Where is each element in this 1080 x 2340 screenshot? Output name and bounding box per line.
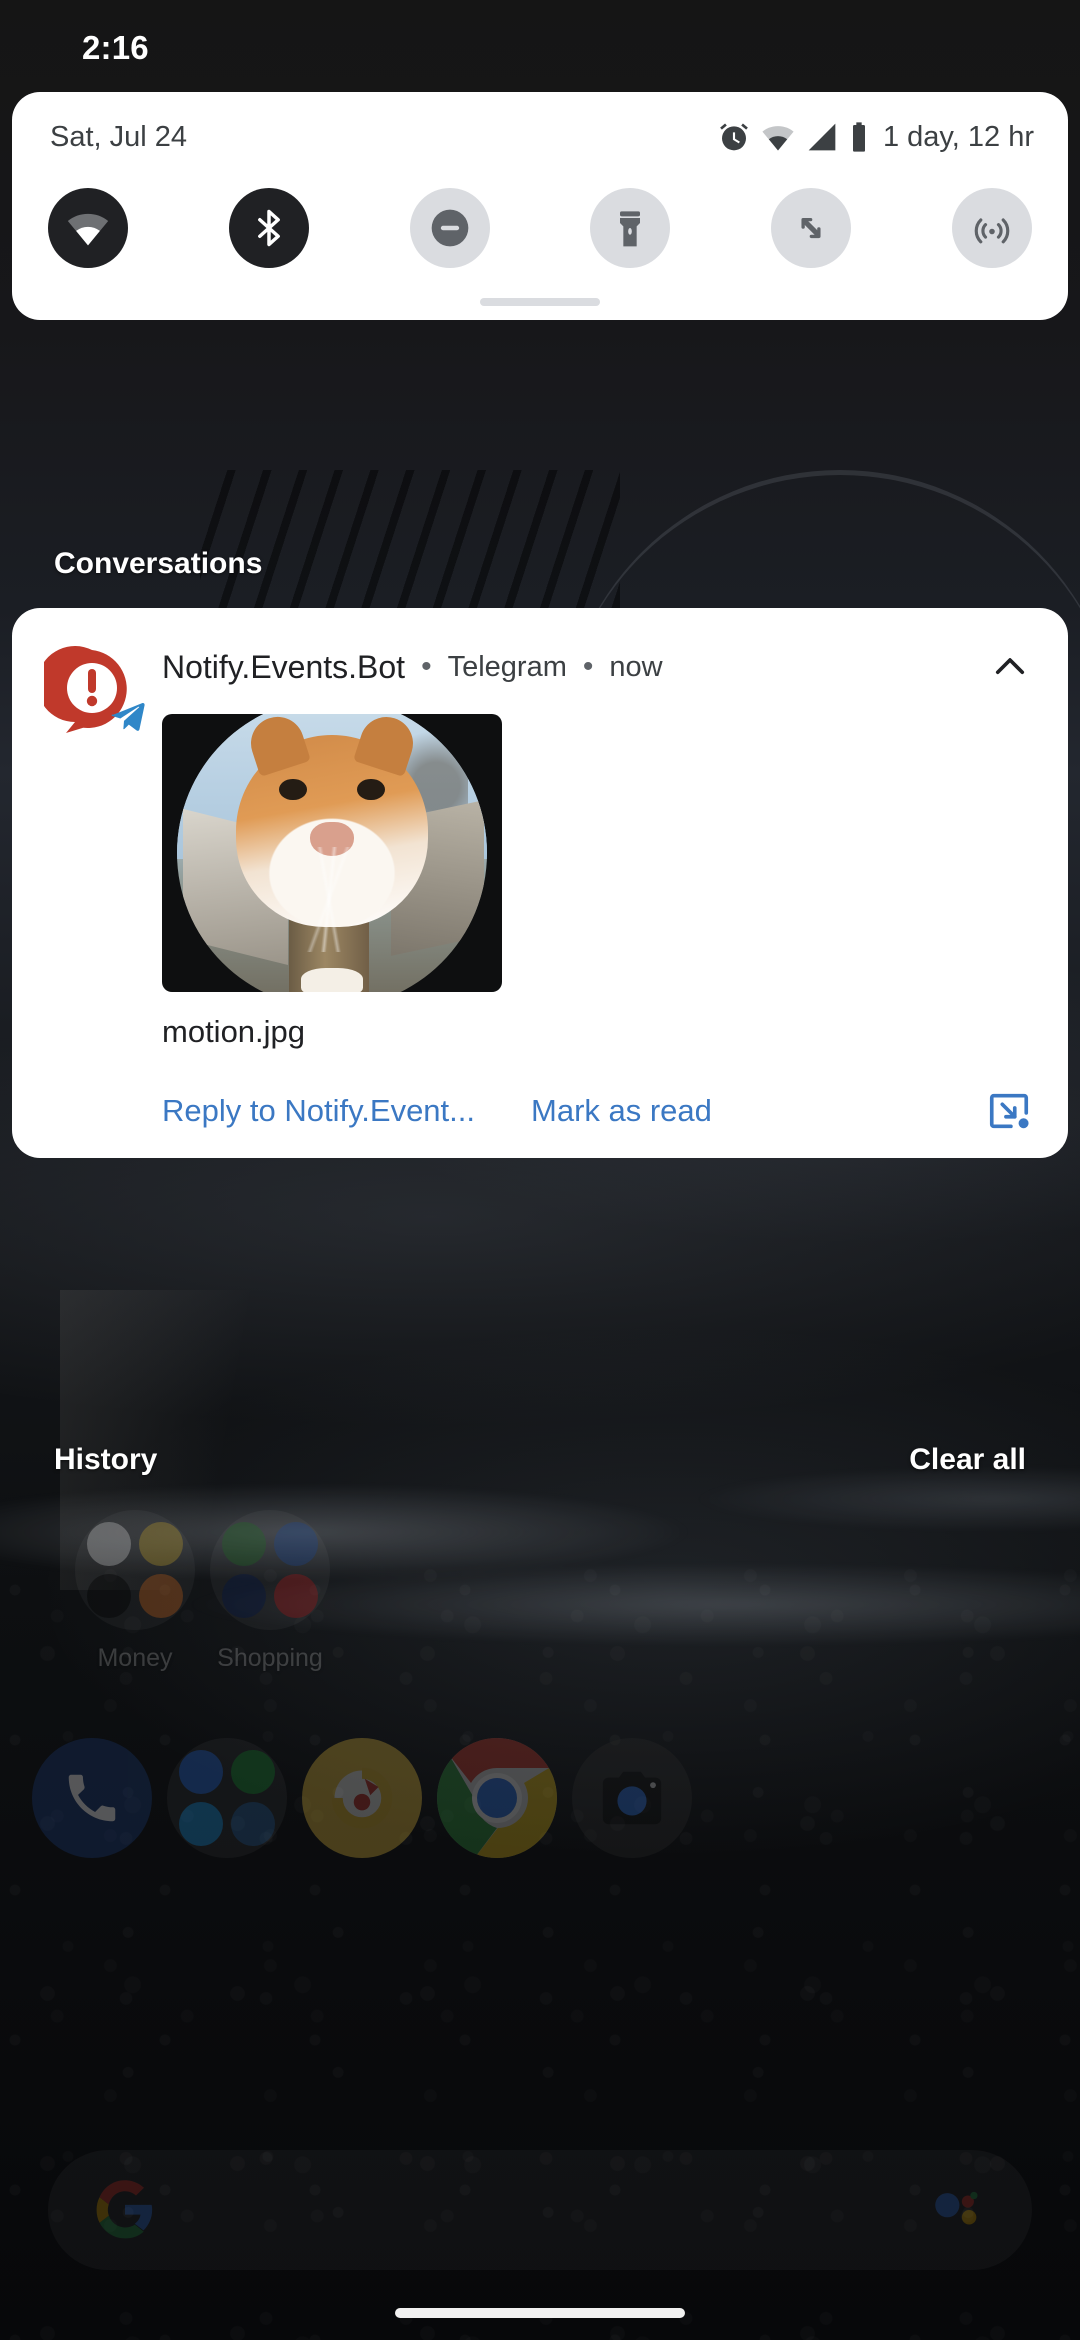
quick-settings-header: Sat, Jul 24 1 day, 12 hr <box>50 120 1034 154</box>
notification-time: now <box>609 650 663 683</box>
alarm-icon <box>718 121 750 153</box>
wifi-icon <box>761 120 795 154</box>
mini-app-1 <box>87 1522 131 1566</box>
photo-cat-eye-right <box>356 778 385 801</box>
notification-header-row: Notify.Events.Bot • Telegram • now <box>162 642 1038 692</box>
nearby-share-icon <box>971 207 1013 249</box>
android-notification-shade: Money Shopping 2:16 Sat, Jul 24 1 day, 1… <box>0 0 1080 2340</box>
notification-channel: Telegram <box>447 650 567 683</box>
mini-app-2 <box>274 1522 318 1566</box>
notification-actions: Reply to Notify.Event... Mark as read <box>162 1088 1038 1134</box>
notification-card[interactable]: Notify.Events.Bot • Telegram • now motio… <box>12 608 1068 1158</box>
google-assistant-icon[interactable] <box>928 2181 986 2239</box>
google-search-bar[interactable] <box>48 2150 1032 2270</box>
notification-attachment-image[interactable] <box>162 714 502 992</box>
clear-all-button[interactable]: Clear all <box>909 1443 1026 1477</box>
reply-button[interactable]: Reply to Notify.Event... <box>162 1093 475 1129</box>
quick-settings-panel[interactable]: Sat, Jul 24 1 day, 12 hr <box>12 92 1068 320</box>
mark-as-read-button[interactable]: Mark as read <box>531 1093 712 1129</box>
notification-attachment-name: motion.jpg <box>162 1014 306 1049</box>
folder-shopping-label: Shopping <box>217 1644 323 1672</box>
history-label: History <box>54 1443 158 1476</box>
navigation-pill[interactable] <box>395 2308 685 2318</box>
mini-app-vk <box>231 1802 275 1846</box>
auto-rotate-icon <box>790 207 832 249</box>
tile-auto-rotate[interactable] <box>771 188 852 268</box>
conversations-label: Conversations <box>54 547 263 580</box>
photo-cat-paws <box>301 967 363 992</box>
folder-shopping[interactable]: Shopping <box>190 1510 350 1673</box>
notification-app-name: Notify.Events.Bot <box>162 648 406 685</box>
mini-app-1 <box>222 1522 266 1566</box>
mini-app-4 <box>274 1574 318 1618</box>
wifi-icon <box>66 206 110 250</box>
chrome-icon <box>437 1738 557 1858</box>
quick-settings-date[interactable]: Sat, Jul 24 <box>50 121 187 154</box>
conversations-section-header: Conversations <box>54 547 1026 581</box>
music-icon <box>302 1738 422 1858</box>
tile-flashlight[interactable] <box>590 188 671 268</box>
folder-money-icon <box>75 1510 195 1630</box>
status-bar: 2:16 <box>0 0 1080 96</box>
social-folder <box>167 1738 287 1858</box>
flashlight-icon <box>610 208 650 248</box>
quick-settings-status-icons: 1 day, 12 hr <box>718 120 1034 154</box>
mini-app-twitter <box>179 1802 223 1846</box>
quick-settings-tiles <box>48 188 1032 268</box>
folder-shopping-icon <box>210 1510 330 1630</box>
notification-content: Notify.Events.Bot • Telegram • now motio… <box>12 608 1068 1134</box>
mini-app-whatsapp <box>231 1750 275 1794</box>
google-g-icon <box>94 2179 156 2241</box>
tile-bluetooth[interactable] <box>228 188 309 268</box>
tile-do-not-disturb[interactable] <box>409 188 490 268</box>
folder-money-label: Money <box>97 1644 173 1672</box>
mini-app-3 <box>87 1574 131 1618</box>
separator-dot-1: • <box>421 650 432 683</box>
mini-app-2 <box>139 1522 183 1566</box>
battery-icon <box>849 121 869 153</box>
dock-item-camera[interactable] <box>552 1738 712 1858</box>
avatar[interactable] <box>44 642 145 738</box>
camera-icon <box>572 1738 692 1858</box>
home-screen: Money Shopping <box>0 0 1080 2340</box>
history-section-header: History Clear all <box>54 1443 1026 1477</box>
mini-app-3 <box>222 1574 266 1618</box>
notification-body: Notify.Events.Bot • Telegram • now motio… <box>162 642 1038 1134</box>
bluetooth-icon <box>247 206 291 250</box>
phone-icon <box>32 1738 152 1858</box>
fisheye-photo <box>177 714 487 992</box>
telegram-icon <box>108 696 148 736</box>
tile-internet[interactable] <box>48 188 128 268</box>
do-not-disturb-icon <box>428 206 472 250</box>
mini-app-messages <box>179 1750 223 1794</box>
tile-nearby-share[interactable] <box>951 188 1032 268</box>
photo-cat-whiskers <box>189 846 475 953</box>
mini-app-4 <box>139 1574 183 1618</box>
quick-settings-drag-handle[interactable] <box>480 298 600 306</box>
battery-estimate: 1 day, 12 hr <box>882 120 1034 153</box>
open-bubble-icon[interactable] <box>986 1088 1032 1134</box>
status-bar-clock: 2:16 <box>82 29 149 66</box>
separator-dot-2: • <box>582 650 594 683</box>
chevron-up-icon[interactable] <box>982 639 1038 695</box>
cellular-signal-icon <box>806 121 838 153</box>
